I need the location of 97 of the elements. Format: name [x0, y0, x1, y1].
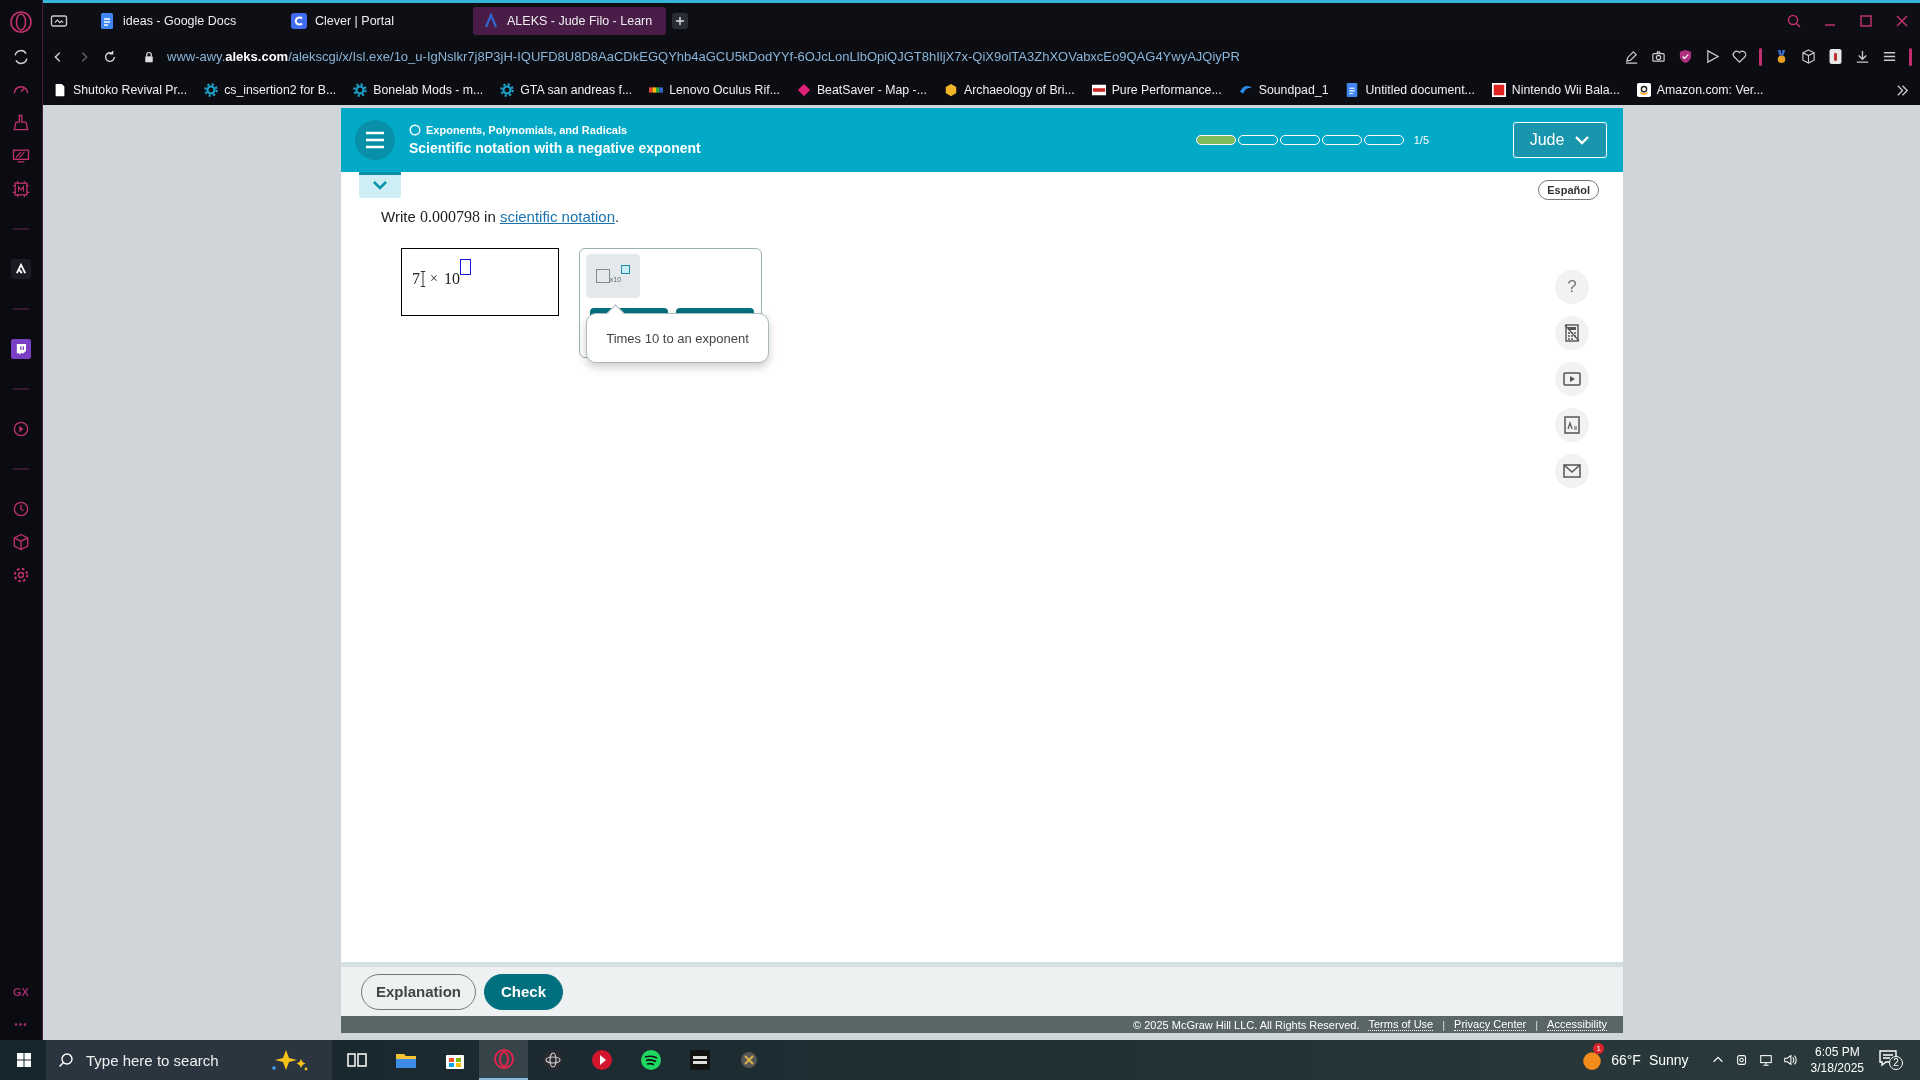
aleks-app-icon[interactable]: [11, 259, 31, 279]
bookmark-favicon-icon: [500, 83, 515, 97]
date-text: 3/18/2025: [1810, 1060, 1864, 1076]
clock-icon[interactable]: [11, 499, 31, 519]
bookmark-favicon-icon: [353, 83, 368, 97]
answer-field[interactable]: 7 × 10: [401, 248, 559, 316]
taskbar-search-bar[interactable]: Type here to search: [46, 1040, 332, 1080]
edit-icon[interactable]: [1624, 49, 1639, 64]
cube-icon[interactable]: [1801, 49, 1816, 64]
volume-icon[interactable]: [1782, 1053, 1797, 1067]
browser-tab[interactable]: ALEKS - Jude Filo - Learn: [473, 6, 667, 35]
browser-tab[interactable]: Clever | Portal: [281, 6, 467, 35]
play-circle-icon[interactable]: [11, 419, 31, 439]
bookmark-favicon-icon: [796, 83, 811, 97]
collapse-button[interactable]: [359, 172, 401, 198]
network-icon[interactable]: [1758, 1053, 1773, 1067]
help-button[interactable]: ?: [1555, 270, 1589, 304]
bookmark-item[interactable]: Pure Performance...: [1091, 83, 1222, 97]
bookmark-item[interactable]: Amazon.com: Ver...: [1636, 83, 1764, 97]
mantissa-text: 7: [412, 270, 420, 288]
circle-icon: [409, 124, 421, 136]
bookmark-favicon-icon: [1491, 83, 1506, 97]
times-sign: ×: [430, 271, 438, 287]
lock-icon: [143, 50, 155, 63]
bookmark-item[interactable]: Nintendo Wii Bala...: [1491, 83, 1620, 97]
user-menu-button[interactable]: Jude: [1513, 122, 1607, 158]
bookmark-item[interactable]: Archaeology of Bri...: [943, 83, 1075, 97]
bookmark-favicon-icon: [1345, 83, 1360, 97]
send-icon[interactable]: [1705, 49, 1720, 64]
bookmark-item[interactable]: GTA san andreas f...: [500, 83, 633, 97]
bookmark-item[interactable]: Shutoko Revival Pr...: [53, 83, 188, 97]
weather-condition-text: Sunny: [1648, 1052, 1689, 1068]
maximize-icon[interactable]: [1858, 12, 1874, 29]
text-cursor-icon: [420, 269, 426, 289]
bookmark-item[interactable]: cs_insertion2 for B...: [204, 83, 337, 97]
weather-badge: 1: [1593, 1043, 1605, 1054]
profile-icon[interactable]: [1828, 49, 1843, 64]
broom-icon[interactable]: [11, 113, 31, 133]
search-icon[interactable]: [1786, 12, 1802, 29]
bookmark-item[interactable]: BeatSaver - Map -...: [796, 83, 927, 97]
question-text: Write 0.000798 in scientific notation.: [381, 208, 621, 226]
notification-icon[interactable]: [1878, 1048, 1898, 1068]
notification-count: 2: [1889, 1056, 1903, 1070]
footer-link[interactable]: Terms of Use: [1368, 1018, 1434, 1031]
bookmark-favicon-icon: [204, 83, 219, 97]
footer-link[interactable]: Accessibility: [1547, 1018, 1607, 1031]
tab-favicon-icon: [99, 12, 115, 29]
temperature-text: 66°F: [1611, 1052, 1641, 1068]
reload-icon[interactable]: [103, 49, 117, 64]
camera-icon[interactable]: [1734, 1053, 1749, 1067]
browser-tab[interactable]: ideas - Google Docs: [89, 6, 275, 35]
close-icon[interactable]: [1894, 12, 1910, 29]
search-input[interactable]: Type here to search: [84, 1050, 258, 1070]
video-icon[interactable]: [1555, 362, 1589, 396]
lesson-title: Scientific notation with a negative exponent: [409, 140, 701, 156]
copyright-text: © 2025 McGraw Hill LLC. All Rights Reserved.: [1133, 1018, 1360, 1031]
mail-icon[interactable]: [1555, 454, 1589, 488]
separator-text: |: [1535, 1018, 1539, 1031]
dictionary-icon[interactable]: [1555, 408, 1589, 442]
bookmark-item[interactable]: Bonelab Mods - m...: [353, 83, 484, 97]
camera-icon[interactable]: [1651, 49, 1666, 64]
bookmark-item[interactable]: Untitled document...: [1345, 83, 1475, 97]
language-button[interactable]: Español: [1538, 180, 1599, 200]
check-button[interactable]: Check: [484, 973, 564, 1010]
search-icon: [58, 1052, 74, 1068]
windows-start-icon[interactable]: [16, 1052, 32, 1068]
topic-label: Exponents, Polynomials, and Radicals: [426, 124, 628, 136]
separator-text: |: [1442, 1018, 1446, 1031]
base-text: 10: [443, 270, 460, 288]
progress-label: 1/5: [1413, 134, 1429, 146]
footer-link[interactable]: Privacy Center: [1454, 1018, 1527, 1031]
bookmark-favicon-icon: [1091, 83, 1106, 97]
scientific-notation-link[interactable]: scientific notation: [499, 208, 615, 225]
menu-icon[interactable]: [1882, 49, 1897, 64]
bookmark-favicon-icon: [943, 83, 958, 97]
settings-icon[interactable]: [11, 565, 31, 585]
bookmark-favicon-icon: [1636, 83, 1651, 97]
exponent-field[interactable]: [459, 259, 471, 275]
download-icon[interactable]: [1855, 49, 1870, 64]
tab-favicon-icon: [291, 12, 307, 29]
bookmark-favicon-icon: [53, 83, 67, 97]
browser-logo-icon[interactable]: [9, 10, 33, 34]
time-text: 6:05 PM: [1814, 1044, 1860, 1060]
gx-label: GX: [13, 986, 29, 998]
chat-app-icon[interactable]: [11, 339, 31, 359]
bookmark-item[interactable]: Lenovo Oculus Rif...: [649, 83, 780, 97]
heart-icon[interactable]: [1732, 49, 1747, 64]
weather-sun-icon[interactable]: [1581, 1049, 1604, 1071]
calculator-icon[interactable]: [1555, 316, 1589, 350]
shield-icon[interactable]: [1678, 49, 1693, 64]
bookmark-item[interactable]: Soundpad_1: [1238, 83, 1329, 97]
chip-icon[interactable]: [11, 179, 31, 199]
explanation-button[interactable]: Explanation: [361, 973, 476, 1010]
new-tab-icon[interactable]: [672, 12, 689, 29]
url-field[interactable]: www-awy.aleks.com/alekscgi/x/Isl.exe/1o_u-IgNslkr7j8P3jH-IQUFD8U8D8AaCDkEGQYhb4aGCU5kDodYYf-6OJcLonLlbOpiQJGT8hIljX7x-QiX9olTA3ZhXOVabxcEo9QAG4YwyAJQiyPR: [167, 49, 1240, 64]
tab-favicon-icon: [483, 12, 499, 29]
chevron-down-icon: [1574, 135, 1591, 145]
